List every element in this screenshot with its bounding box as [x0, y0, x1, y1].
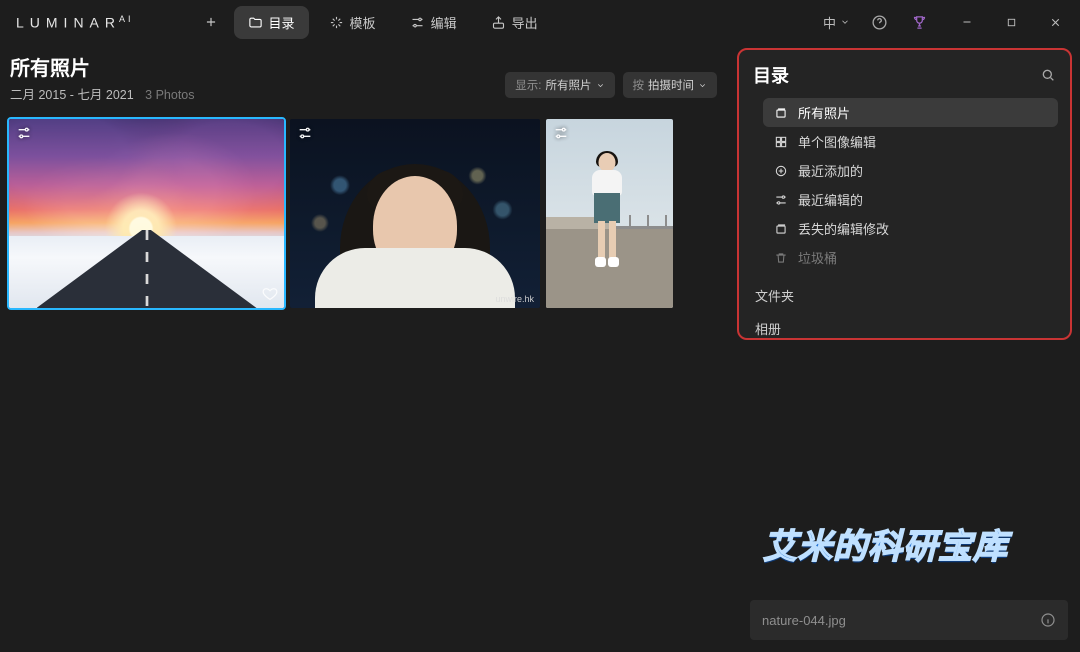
catalog-panel-box: 目录 所有照片 单个图像编辑 最近添加的: [737, 48, 1072, 340]
adjustments-icon: [552, 125, 570, 141]
range-start: 二月 2015: [10, 88, 66, 102]
sort-value: 拍摄时间: [648, 77, 694, 93]
filename-info-button[interactable]: [1040, 612, 1056, 628]
language-selector[interactable]: 中: [823, 13, 850, 32]
folder-icon: [248, 15, 263, 30]
minimize-icon: [961, 16, 973, 28]
catalog-item-label: 最近编辑的: [798, 190, 863, 209]
tab-edit[interactable]: 编辑: [396, 6, 471, 39]
window-controls: [950, 5, 1072, 39]
titlebar: LUMINARAI 目录 模板 编辑 导出 中: [0, 0, 1080, 44]
sort-prefix: 按: [633, 77, 645, 93]
catalog-panel-title: 目录: [753, 62, 789, 88]
app-name: LUMINAR: [16, 14, 121, 30]
filter-show[interactable]: 显示: 所有照片: [505, 72, 614, 98]
catalog-list: 所有照片 单个图像编辑 最近添加的 最近编辑的 丢失的编辑修改: [763, 98, 1058, 272]
catalog-search-button[interactable]: [1040, 67, 1056, 83]
trophy-icon: [911, 14, 928, 31]
tab-export-label: 导出: [512, 13, 538, 32]
catalog-section-albums[interactable]: 相册: [755, 319, 1058, 338]
window-minimize[interactable]: [950, 5, 984, 39]
catalog-item-label: 丢失的编辑修改: [798, 219, 889, 238]
grid-icon: [774, 135, 788, 149]
filter-show-prefix: 显示:: [515, 77, 541, 93]
adjustments-icon: [296, 125, 314, 141]
catalog-item-label: 最近添加的: [798, 161, 863, 180]
catalog-item-single-edit[interactable]: 单个图像编辑: [763, 127, 1058, 156]
thumb-watermark: unwire.hk: [495, 294, 534, 304]
heart-icon[interactable]: [262, 286, 278, 302]
window-maximize[interactable]: [994, 5, 1028, 39]
photo-thumb[interactable]: [9, 119, 284, 308]
help-button[interactable]: [864, 7, 894, 37]
language-label: 中: [823, 13, 836, 32]
filename-text: nature-044.jpg: [762, 613, 846, 628]
filter-show-value: 所有照片: [546, 77, 592, 93]
maximize-icon: [1006, 17, 1017, 28]
catalog-item-recently-edited[interactable]: 最近编辑的: [763, 185, 1058, 214]
overlay-watermark: 艾米的科研宝库: [763, 519, 1008, 568]
sort-by[interactable]: 按 拍摄时间: [623, 72, 718, 98]
adjustments-icon: [15, 125, 33, 141]
plus-circle-icon: [774, 164, 788, 178]
range-end: 七月 2021: [77, 88, 133, 102]
catalog-item-all-photos[interactable]: 所有照片: [763, 98, 1058, 127]
range-sep: -: [66, 88, 77, 102]
info-icon: [1040, 612, 1056, 628]
tab-edit-label: 编辑: [431, 13, 457, 32]
catalog-panel-header: 目录: [751, 60, 1058, 96]
content: 所有照片 二月 2015 - 七月 2021 3 Photos 显示: 所有照片…: [0, 44, 737, 652]
tab-templates[interactable]: 模板: [315, 6, 390, 39]
plus-icon: [204, 15, 218, 29]
tab-catalog-label: 目录: [269, 13, 295, 32]
catalog-item-recently-added[interactable]: 最近添加的: [763, 156, 1058, 185]
sliders-icon: [774, 193, 788, 207]
catalog-section-folders[interactable]: 文件夹: [755, 286, 1058, 305]
trash-icon: [774, 251, 788, 265]
catalog-item-label: 所有照片: [798, 103, 850, 122]
chevron-down-icon: [596, 81, 605, 90]
add-button[interactable]: [194, 8, 228, 36]
view-controls: 显示: 所有照片 按 拍摄时间: [505, 72, 717, 98]
chevron-down-icon: [698, 81, 707, 90]
photos-stack-icon: [774, 222, 788, 236]
tab-export[interactable]: 导出: [477, 6, 552, 39]
window-close[interactable]: [1038, 5, 1072, 39]
close-icon: [1049, 16, 1062, 29]
app-logo: LUMINARAI: [8, 14, 134, 31]
trophy-button[interactable]: [904, 7, 934, 37]
titlebar-right: 中: [823, 5, 1072, 39]
help-icon: [871, 14, 888, 31]
photo-grid: unwire.hk: [6, 119, 719, 308]
tab-templates-label: 模板: [350, 13, 376, 32]
catalog-item-label: 垃圾桶: [798, 248, 837, 267]
main-tabs: 目录 模板 编辑 导出: [194, 6, 552, 39]
filename-bar: nature-044.jpg: [750, 600, 1068, 640]
photos-stack-icon: [774, 106, 788, 120]
catalog-item-label: 单个图像编辑: [798, 132, 876, 151]
export-icon: [491, 15, 506, 30]
sliders-icon: [410, 15, 425, 30]
catalog-item-lost-edits[interactable]: 丢失的编辑修改: [763, 214, 1058, 243]
search-icon: [1040, 67, 1056, 83]
catalog-item-trash[interactable]: 垃圾桶: [763, 243, 1058, 272]
photo-thumb[interactable]: [546, 119, 673, 308]
photo-count: 3 Photos: [145, 88, 194, 102]
chevron-down-icon: [840, 17, 850, 27]
photo-thumb[interactable]: unwire.hk: [290, 119, 540, 308]
app-edition: AI: [119, 14, 134, 24]
sparkle-icon: [329, 15, 344, 30]
tab-catalog[interactable]: 目录: [234, 6, 309, 39]
